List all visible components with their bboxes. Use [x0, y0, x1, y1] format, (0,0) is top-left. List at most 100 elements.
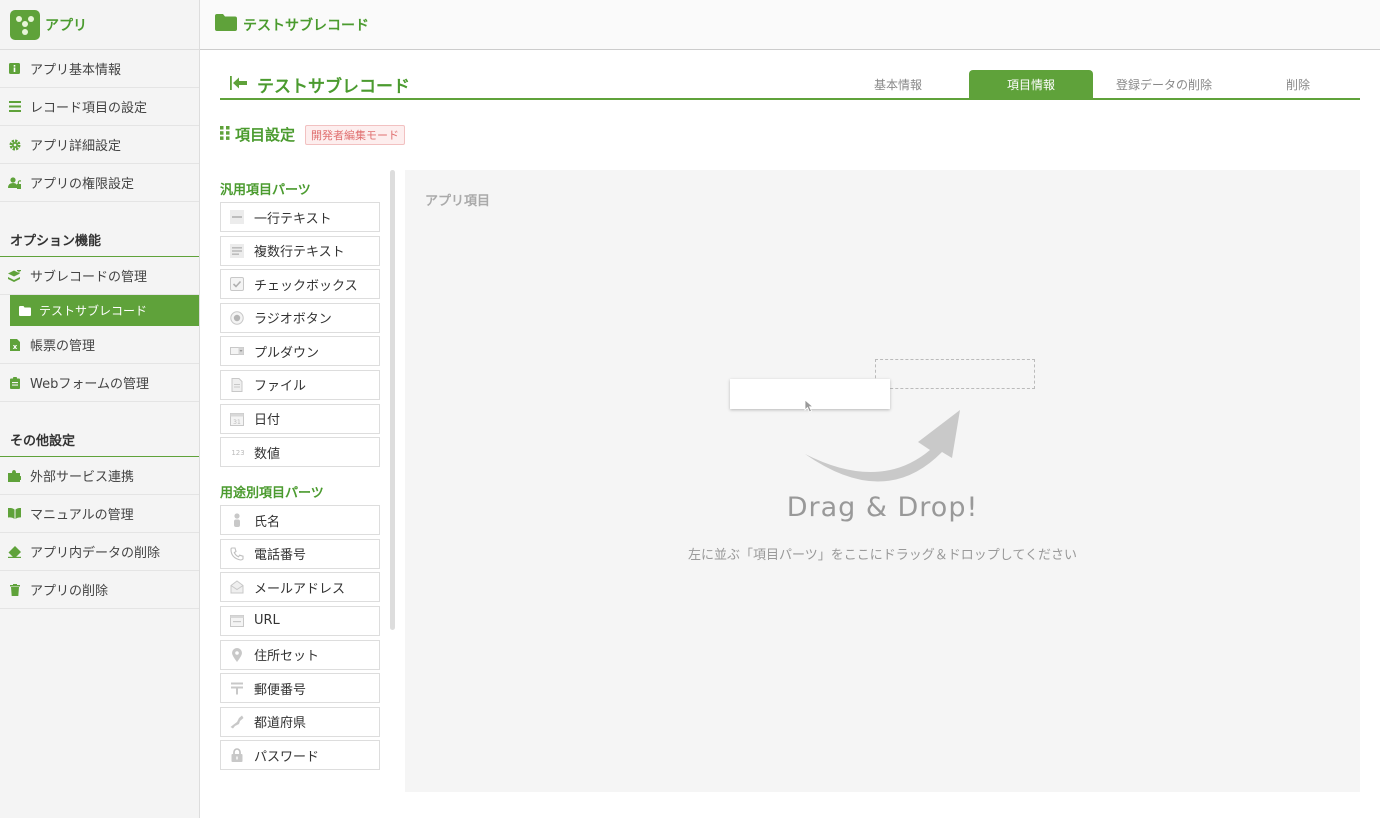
part-file[interactable]: ファイル	[220, 369, 380, 400]
pulldown-icon	[230, 344, 244, 358]
sidebar-item-label: マニュアルの管理	[30, 508, 134, 523]
general-parts-heading: 汎用項目パーツ	[220, 183, 311, 198]
excel-icon: x	[8, 338, 21, 351]
part-pulldown[interactable]: プルダウン	[220, 336, 380, 367]
drag-drop-instruction: 左に並ぶ「項目パーツ」をここにドラッグ＆ドロップしてください	[688, 548, 1077, 563]
back-arrow-icon[interactable]	[230, 75, 247, 95]
checkbox-icon	[230, 277, 244, 292]
trash-icon	[8, 583, 21, 596]
number-icon: 123	[230, 445, 244, 459]
sidebar-item-detail-settings[interactable]: アプリ詳細設定	[0, 126, 199, 164]
sidebar-section-other: その他設定	[0, 402, 199, 457]
part-label: 氏名	[254, 514, 281, 530]
sidebar-item-delete-app[interactable]: アプリの削除	[0, 571, 199, 609]
app-fields-dropzone[interactable]: アプリ項目 Drag & Drop! 左に並ぶ「項目パーツ」をここにドラッグ＆ド…	[405, 170, 1360, 792]
calendar-icon: 31	[230, 412, 244, 426]
folder-icon	[18, 304, 31, 317]
part-label: プルダウン	[254, 345, 320, 361]
layers-icon	[8, 269, 21, 282]
sidebar-item-label: アプリの削除	[30, 584, 109, 599]
app-header[interactable]: アプリ	[0, 0, 199, 50]
sidebar-item-record-fields[interactable]: レコード項目の設定	[0, 88, 199, 126]
sidebar-item-label: アプリの権限設定	[30, 177, 135, 192]
page-header: テストサブレコード 基本情報 項目情報 登録データの削除 削除	[220, 68, 1360, 100]
purpose-parts-heading: 用途別項目パーツ	[220, 486, 324, 502]
part-label: 郵便番号	[254, 682, 307, 698]
tab-delete[interactable]: 削除	[1260, 70, 1336, 99]
sidebar-item-manuals[interactable]: マニュアルの管理	[0, 495, 199, 533]
part-phone[interactable]: 電話番号	[220, 538, 380, 569]
radio-icon	[230, 311, 244, 325]
part-multi-line-text[interactable]: 複数行テキスト	[220, 235, 380, 266]
part-label: 日付	[254, 413, 281, 429]
sidebar-item-external[interactable]: 外部サービス連携	[0, 457, 199, 495]
list-icon	[8, 100, 21, 113]
part-password[interactable]: パスワード	[220, 740, 380, 771]
info-icon	[8, 62, 21, 75]
file-icon	[230, 377, 244, 392]
part-label: チェックボックス	[254, 278, 358, 294]
part-checkbox[interactable]: チェックボックス	[220, 269, 380, 300]
sidebar: アプリ アプリ基本情報 レコード項目の設定 アプリ詳細設定 アプリの権限設定 オ…	[0, 0, 200, 818]
tab-delete-data[interactable]: 登録データの削除	[1106, 70, 1222, 99]
section-title: 項目設定	[235, 126, 296, 144]
sidebar-item-permissions[interactable]: アプリの権限設定	[0, 164, 199, 202]
grip-icon	[220, 125, 230, 144]
sidebar-item-subrecords[interactable]: サブレコードの管理	[0, 257, 199, 295]
part-label: 住所セット	[254, 649, 320, 665]
lock-icon	[230, 748, 244, 763]
top-bar-title: テストサブレコード	[243, 17, 369, 34]
part-number[interactable]: 123 数値	[220, 437, 380, 468]
tab-basic-info[interactable]: 基本情報	[848, 70, 948, 99]
tab-field-info[interactable]: 項目情報	[969, 70, 1093, 99]
part-url[interactable]: URL	[220, 605, 380, 636]
drop-target-placeholder	[875, 359, 1035, 389]
person-icon	[230, 513, 244, 528]
sidebar-item-test-subrecord[interactable]: テストサブレコード	[10, 295, 199, 326]
part-label: ファイル	[254, 379, 307, 395]
sidebar-item-label: アプリ基本情報	[30, 63, 122, 78]
svg-text:x: x	[12, 343, 17, 351]
sidebar-item-webforms[interactable]: Webフォームの管理	[0, 364, 199, 402]
part-address-set[interactable]: 住所セット	[220, 639, 380, 670]
user-lock-icon	[8, 176, 21, 189]
svg-text:31: 31	[233, 419, 241, 426]
japan-map-icon	[230, 715, 244, 729]
part-label: パスワード	[254, 749, 320, 765]
section-header: 項目設定 開発者編集モード	[220, 124, 406, 145]
sidebar-item-label: 外部サービス連携	[30, 470, 135, 485]
eraser-icon	[8, 545, 21, 558]
part-date[interactable]: 31 日付	[220, 403, 380, 434]
drag-drop-title: Drag & Drop!	[786, 492, 979, 523]
multi-line-text-icon	[230, 243, 244, 258]
sidebar-item-forms[interactable]: x 帳票の管理	[0, 326, 199, 364]
puzzle-icon	[8, 469, 21, 482]
clipboard-icon	[8, 376, 21, 389]
mail-icon	[230, 580, 244, 594]
part-prefecture[interactable]: 都道府県	[220, 706, 380, 737]
sidebar-item-label: サブレコードの管理	[30, 270, 148, 285]
part-email[interactable]: メールアドレス	[220, 572, 380, 603]
dev-mode-badge: 開発者編集モード	[305, 124, 406, 145]
parts-scrollbar[interactable]	[390, 170, 395, 630]
parts-palette: 汎用項目パーツ 一行テキスト 複数行テキスト チェックボックス ラジオボタン プ…	[220, 170, 385, 792]
page-title-text: テストサブレコード	[257, 77, 410, 97]
sidebar-item-label: Webフォームの管理	[30, 377, 149, 392]
part-label: メールアドレス	[254, 581, 346, 597]
phone-icon	[230, 547, 244, 561]
top-bar: テストサブレコード	[200, 0, 1380, 50]
sidebar-item-label: テストサブレコード	[39, 304, 148, 318]
part-name[interactable]: 氏名	[220, 505, 380, 536]
svg-text:123: 123	[231, 449, 244, 457]
sidebar-item-label: 帳票の管理	[30, 339, 96, 354]
part-label: 都道府県	[254, 716, 307, 732]
single-line-text-icon	[230, 210, 244, 224]
gear-icon	[8, 138, 21, 151]
part-radio[interactable]: ラジオボタン	[220, 302, 380, 333]
part-postal-code[interactable]: 郵便番号	[220, 673, 380, 704]
page-title: テストサブレコード	[230, 72, 410, 97]
sidebar-item-delete-data[interactable]: アプリ内データの削除	[0, 533, 199, 571]
sidebar-item-basic-info[interactable]: アプリ基本情報	[0, 50, 199, 88]
part-label: URL	[254, 613, 280, 629]
part-single-line-text[interactable]: 一行テキスト	[220, 202, 380, 232]
